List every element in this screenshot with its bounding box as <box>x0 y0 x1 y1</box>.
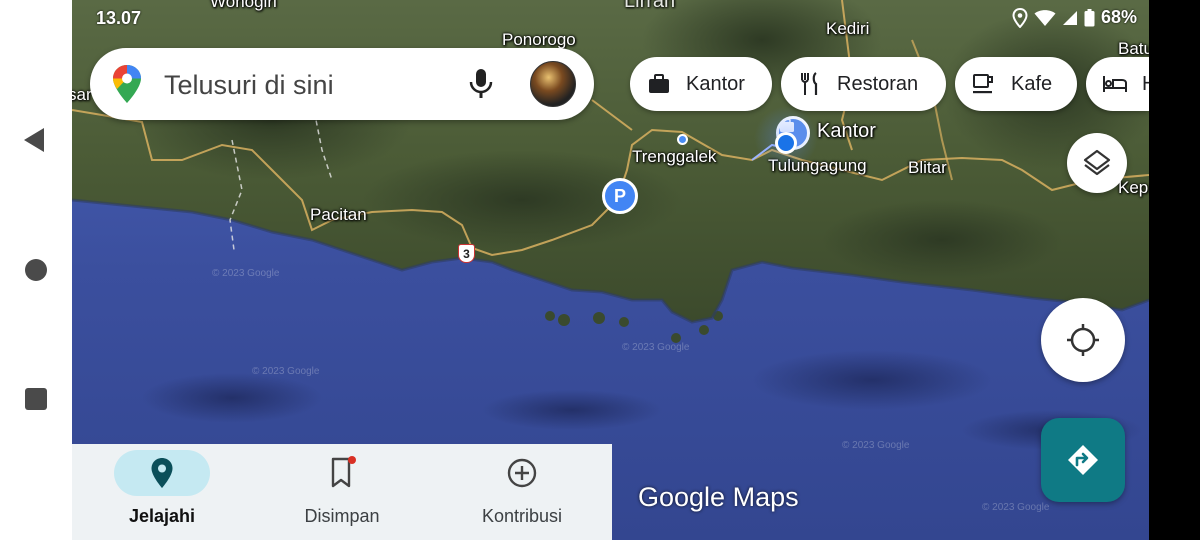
map-watermark: © 2023 Google <box>212 268 280 279</box>
back-icon[interactable] <box>24 128 44 152</box>
briefcase-icon <box>646 71 672 97</box>
map-watermark: © 2023 Google <box>842 440 910 451</box>
chip-restoran[interactable]: Restoran <box>781 57 946 111</box>
system-nav-bar <box>0 0 72 540</box>
microphone-icon[interactable] <box>468 68 494 100</box>
tab-disimpan[interactable]: Disimpan <box>252 444 432 540</box>
google-maps-wordmark: Google Maps <box>638 482 799 513</box>
directions-button[interactable] <box>1041 418 1125 502</box>
wordmark-brand: Google <box>638 482 726 512</box>
battery-icon <box>1084 8 1095 26</box>
current-location-dot[interactable] <box>775 132 797 154</box>
map-label-top: Lirran <box>624 0 676 12</box>
screen-edge <box>1149 0 1200 540</box>
search-placeholder[interactable]: Telusuri di sini <box>164 70 334 101</box>
chip-kafe[interactable]: Kafe <box>955 57 1077 111</box>
google-maps-logo-icon <box>113 65 141 103</box>
place-dot[interactable] <box>677 134 688 145</box>
road-shield: 3 <box>458 244 475 263</box>
add-circle-icon <box>474 450 570 496</box>
tab-label: Jelajahi <box>128 506 196 526</box>
tab-label: Kontribusi <box>481 506 563 526</box>
map-label-kediri: Kediri <box>826 19 870 38</box>
chip-kantor[interactable]: Kantor <box>630 57 772 111</box>
battery-percent: 68% <box>1101 7 1138 27</box>
wifi-icon <box>1034 9 1056 26</box>
location-pin-icon <box>114 450 210 496</box>
my-location-button[interactable] <box>1041 298 1125 382</box>
recents-icon[interactable] <box>25 388 47 410</box>
home-icon[interactable] <box>25 259 47 281</box>
tab-jelajahi[interactable]: Jelajahi <box>72 444 252 540</box>
tab-label: Disimpan <box>304 506 380 526</box>
parking-pin-icon[interactable]: P <box>602 178 638 214</box>
search-bar[interactable]: Telusuri di sini <box>90 48 594 120</box>
signal-icon <box>1063 10 1077 25</box>
fork-knife-icon <box>797 71 823 97</box>
status-icons: 68% <box>1012 7 1137 28</box>
status-time: 13.07 <box>96 8 142 28</box>
map-label-kepanjen: Kep <box>1118 178 1149 197</box>
map-label-wonogiri: Wonogiri <box>210 0 277 11</box>
wordmark-product: Maps <box>732 482 799 512</box>
map-label-blitar: Blitar <box>908 158 947 177</box>
map-watermark: © 2023 Google <box>622 342 690 353</box>
layers-icon <box>1083 149 1111 176</box>
directions-icon <box>1068 445 1098 475</box>
map-label-pacitan: Pacitan <box>310 205 367 224</box>
chip-label: H <box>1142 73 1149 96</box>
saved-place-kantor-label[interactable]: Kantor <box>817 120 876 143</box>
map-watermark: © 2023 Google <box>982 502 1050 513</box>
crosshair-icon <box>1067 324 1099 356</box>
bottom-nav: Jelajahi Disimpan Kontribusi <box>72 444 612 540</box>
chip-label: Kantor <box>686 72 745 95</box>
tab-kontribusi[interactable]: Kontribusi <box>432 444 612 540</box>
chip-label: Restoran <box>837 72 919 95</box>
bookmark-icon <box>294 450 390 496</box>
map-watermark: © 2023 Google <box>252 366 320 377</box>
map-label-batu: Batu <box>1118 39 1149 58</box>
map-label-trenggalek: Trenggalek <box>632 147 717 166</box>
map-label-ponorogo: Ponorogo <box>502 30 576 49</box>
layers-button[interactable] <box>1067 133 1127 193</box>
map-label-left-edge: sar <box>72 85 92 104</box>
avatar[interactable] <box>530 61 576 107</box>
chip-hotel[interactable]: H <box>1086 57 1149 111</box>
location-status-icon <box>1012 7 1028 28</box>
coffee-cup-icon <box>971 71 997 97</box>
bed-icon <box>1102 71 1128 97</box>
chip-label: Kafe <box>1011 72 1053 95</box>
